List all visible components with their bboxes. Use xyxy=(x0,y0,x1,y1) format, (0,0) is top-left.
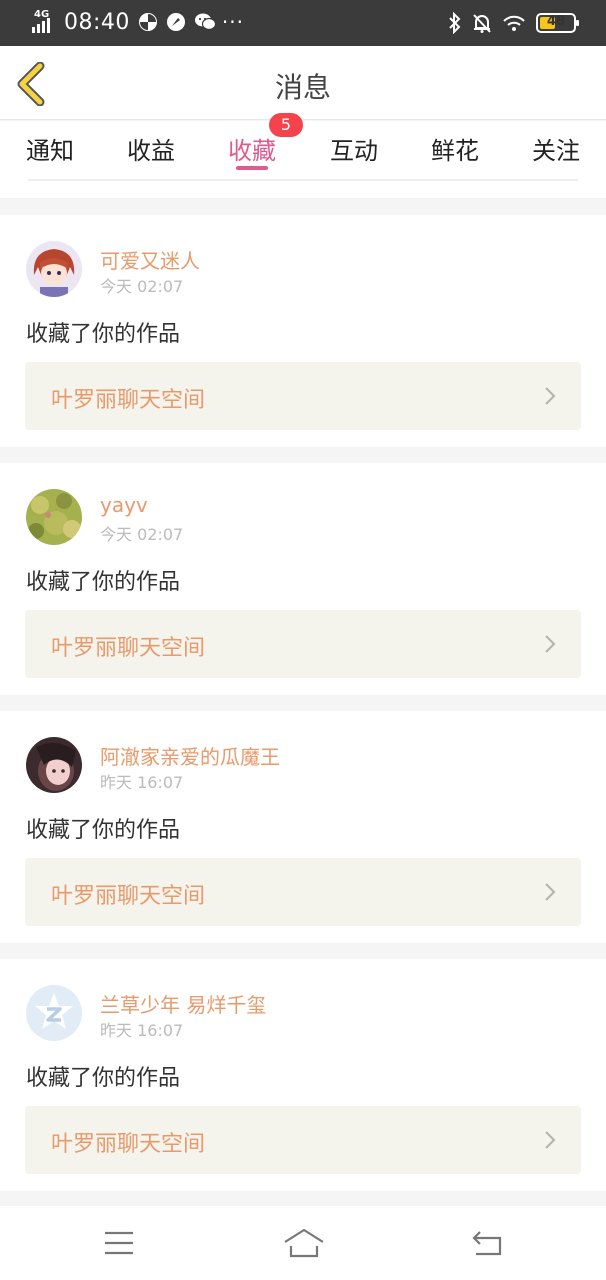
username[interactable]: yayv xyxy=(100,493,148,517)
back-nav-icon[interactable] xyxy=(468,1226,508,1260)
timestamp: 昨天 16:07 xyxy=(100,1021,184,1040)
username[interactable]: 兰草少年 易烊千玺 xyxy=(100,989,266,1018)
mute-bell-icon xyxy=(473,14,491,33)
tab-notifications[interactable]: 通知 xyxy=(0,131,100,166)
tab-interactions[interactable]: 互动 xyxy=(304,131,404,166)
battery-level: 48 xyxy=(546,14,566,29)
avatar[interactable] xyxy=(26,241,82,297)
avatar[interactable] xyxy=(26,489,82,545)
timestamp: 今天 02:07 xyxy=(100,525,184,544)
work-title: 叶罗丽聊天空间 xyxy=(51,884,206,909)
work-title: 叶罗丽聊天空间 xyxy=(51,1132,206,1157)
wechat-icon xyxy=(194,13,216,31)
page-title: 消息 xyxy=(274,71,331,104)
work-link[interactable]: 叶罗丽聊天空间 xyxy=(25,858,581,926)
home-icon[interactable] xyxy=(283,1226,325,1260)
work-link[interactable]: 叶罗丽聊天空间 xyxy=(25,362,581,430)
username[interactable]: 阿澈家亲爱的瓜魔王 xyxy=(100,741,280,770)
system-nav-bar xyxy=(0,1206,606,1280)
status-bar: 4G 08:40 ··· 48 xyxy=(0,0,606,46)
action-text: 收藏了你的作品 xyxy=(26,1066,181,1091)
message-card: yayv 今天 02:07 收藏了你的作品 叶罗丽聊天空间 xyxy=(0,463,606,695)
chevron-right-icon xyxy=(545,883,556,901)
message-card: 兰草少年 易烊千玺 昨天 16:07 收藏了你的作品 叶罗丽聊天空间 xyxy=(0,959,606,1191)
message-card: 可爱又迷人 今天 02:07 收藏了你的作品 叶罗丽聊天空间 xyxy=(0,215,606,447)
chevron-right-icon xyxy=(545,1131,556,1149)
timestamp: 昨天 16:07 xyxy=(100,773,184,792)
chevron-right-icon xyxy=(545,387,556,405)
chevron-right-icon xyxy=(545,635,556,653)
action-text: 收藏了你的作品 xyxy=(26,570,181,595)
work-title: 叶罗丽聊天空间 xyxy=(51,636,206,661)
unread-badge: 5 xyxy=(269,113,303,137)
status-time: 08:40 xyxy=(64,9,130,35)
tab-flowers[interactable]: 鲜花 xyxy=(405,131,505,166)
app-header: 消息 xyxy=(0,46,606,120)
avatar[interactable] xyxy=(26,985,82,1041)
tab-earnings[interactable]: 收益 xyxy=(101,131,201,166)
signal-icon: 4G xyxy=(32,9,60,35)
work-title: 叶罗丽聊天空间 xyxy=(51,388,206,413)
battery-icon: 48 xyxy=(536,13,579,33)
message-card: 阿澈家亲爱的瓜魔王 昨天 16:07 收藏了你的作品 叶罗丽聊天空间 xyxy=(0,711,606,943)
wifi-icon xyxy=(503,15,525,31)
tab-following[interactable]: 关注 xyxy=(506,131,606,166)
compass-app-icon xyxy=(166,13,185,31)
action-text: 收藏了你的作品 xyxy=(26,322,181,347)
divider xyxy=(28,179,578,181)
fan-app-icon xyxy=(138,13,157,31)
work-link[interactable]: 叶罗丽聊天空间 xyxy=(25,610,581,678)
menu-icon[interactable] xyxy=(99,1226,139,1260)
active-tab-indicator xyxy=(236,166,268,170)
more-notifications: ··· xyxy=(221,10,244,34)
avatar[interactable] xyxy=(26,737,82,793)
username[interactable]: 可爱又迷人 xyxy=(100,245,200,274)
timestamp: 今天 02:07 xyxy=(100,277,184,296)
bluetooth-icon xyxy=(449,12,461,34)
action-text: 收藏了你的作品 xyxy=(26,818,181,843)
work-link[interactable]: 叶罗丽聊天空间 xyxy=(25,1106,581,1174)
